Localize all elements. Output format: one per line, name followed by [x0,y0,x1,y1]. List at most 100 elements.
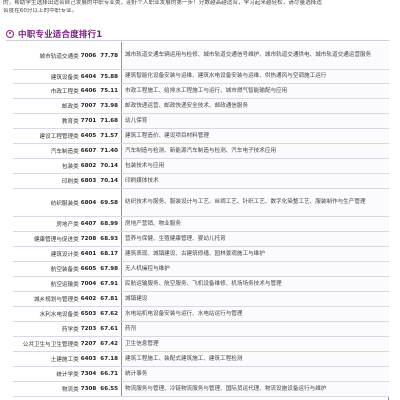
table-row: 物流类 7308 66.55 物流服务与管理、冷链物流服务与管理、国际货运代理、物流设… [13,382,389,397]
table-row: 航空装备类 6605 67.98 无人机操控与维护 [13,262,389,277]
major-cell: 建筑设备类 6404 75.88 [13,70,121,83]
specialty-list: 建筑智能化设备安装与运维、建筑水电设备安装与运维、供热通风与空调施工运行 [121,70,389,83]
table-row: 印刷类 6803 70.14 印刷媒体技术 [13,174,389,189]
major-name: 纺织服装类 [50,200,79,207]
major-code: 6402 [80,296,97,302]
major-code: 6406 [80,88,97,94]
major-cell: 包装类 6802 70.14 [13,159,121,173]
specialty-list: 统计事务 [121,367,389,381]
major-name: 公共卫生与卫生管理类 [22,342,79,348]
specialty-list: 包装技术与应用 [121,159,389,173]
table-row: 邮政类 7007 73.98 邮政快递运营、邮政快递安全技术、邮政通信服务 [13,99,389,114]
fit-score: 67.62 [100,311,118,317]
intro-line: 合度在60分以上的中职专业。 [3,7,78,14]
major-code: 6803 [80,178,97,184]
major-code: 6403 [80,356,97,362]
specialty-list: 城市轨道交通车辆运用与检修、城市轨道交通信号维护、城市轨道交通供电、城市轨道交通… [121,42,389,69]
major-code: 7006 [80,52,97,59]
major-cell: 航空运输类 7004 67.91 [13,277,121,291]
specialty-list: 邮政快递运营、邮政快递安全技术、邮政通信服务 [121,99,389,113]
major-code: 6404 [80,73,97,80]
major-code: 6804 [80,199,97,206]
major-name: 市政工程类 [50,89,79,95]
fit-score: 77.78 [100,52,118,59]
major-cell: 水利水电设备类 6503 67.62 [13,307,121,321]
major-code: 7308 [80,386,97,392]
major-cell: 建设工程管理类 6405 71.57 [13,129,121,143]
table-row: 健康管理与促进类 7208 68.93 营养与保健、生殖健康管理、婴幼儿托育 [13,232,389,247]
fit-score: 75.11 [100,88,118,94]
major-code: 7004 [80,281,97,287]
major-name: 水利水电设备类 [39,312,79,318]
table-row: 房地产类 6407 68.99 房地产营销、物业服务 [13,217,389,232]
major-cell: 药学类 7203 67.61 [13,322,121,336]
fit-score: 68.17 [100,251,118,257]
major-cell: 物流类 7308 66.55 [13,382,121,396]
table-row: 药学类 7203 67.61 药剂 [13,322,389,337]
major-cell: 统计学类 7304 66.71 [13,367,121,381]
table-row: 包装类 6802 70.14 包装技术与应用 [13,159,389,174]
major-cell: 城乡规划与管理类 6402 67.81 [13,292,121,306]
major-cell: 航空装备类 6605 67.98 [13,262,121,276]
major-cell: 建筑设计类 6401 68.17 [13,247,121,261]
ranking-table: 城市轨道交通类 7006 77.78 城市轨道交通车辆运用与检修、城市轨道交通信号维护… [13,42,389,397]
specialty-list: 物流服务与管理、冷链物流服务与管理、国际货运代理、物流设施设备运行与维护 [121,382,389,396]
major-code: 6605 [80,266,97,272]
fit-score: 70.14 [100,178,118,184]
major-name: 统计学类 [56,372,79,378]
major-code: 7208 [80,236,97,242]
major-name: 航空装备类 [50,267,79,273]
major-name: 房地产类 [56,222,79,228]
fit-score: 71.68 [100,118,118,124]
section-title: 中职专业适合度排行1 [18,29,103,40]
fit-score: 71.57 [100,133,118,139]
fit-score: 68.93 [100,236,118,242]
fit-score: 73.98 [100,103,118,109]
major-name: 汽车制造类 [50,149,79,155]
specialty-list: 卫生信息管理 [121,337,389,351]
major-name: 健康管理与促进类 [33,237,79,243]
major-code: 7701 [80,118,97,124]
major-code: 6401 [80,251,97,257]
fit-score: 67.18 [100,356,118,362]
major-cell: 印刷类 6803 70.14 [13,174,121,188]
major-code: 6503 [80,311,97,317]
major-code: 6405 [80,133,97,139]
major-name: 土建施工类 [50,357,79,363]
fit-score: 67.61 [100,326,118,332]
major-cell: 城市轨道交通类 7006 77.78 [13,42,121,69]
major-name: 包装类 [61,164,79,170]
major-name: 城市轨道交通类 [39,53,79,60]
target-bullet-icon [6,29,14,38]
fit-score: 67.81 [100,296,118,302]
fit-score: 69.58 [100,199,118,206]
section-header: 中职专业适合度排行1 [6,27,396,40]
specialty-list: 纺织技术与服务、服装设计与工艺、丝绸工艺、针织工艺、数字化染整工艺、服装制作与生… [121,189,389,216]
fit-score: 67.91 [100,281,118,287]
specialty-list: 汽车制造与检测、新能源汽车制造与检测、汽车电子技术应用 [121,144,389,158]
table-row: 建筑设备类 6404 75.88 建筑智能化设备安装与运维、建筑水电设备安装与运维、供… [13,70,389,84]
major-name: 城乡规划与管理类 [33,297,79,303]
table-row: 城乡规划与管理类 6402 67.81 城镇建设 [13,292,389,307]
specialty-list: 建筑工程造价、建设项目材料管理 [121,129,389,143]
major-code: 6607 [80,148,97,154]
fit-score: 67.98 [100,266,118,272]
major-name: 药学类 [61,327,79,333]
specialty-list: 建筑表现、城镇建设、古建筑修缮、园林景观施工与维护 [121,247,389,261]
major-name: 建筑设备类 [50,74,79,81]
specialty-list: 营养与保健、生殖健康管理、婴幼儿托育 [121,232,389,246]
fit-score: 66.55 [100,386,118,392]
major-code: 6802 [80,163,97,169]
table-row: 公共卫生与卫生管理类 7207 67.42 卫生信息管理 [13,337,389,352]
major-name: 物流类 [61,387,79,393]
table-row: 建筑设计类 6401 68.17 建筑表现、城镇建设、古建筑修缮、园林景观施工与维护 [13,247,389,262]
table-row: 土建施工类 6403 67.18 建筑工程施工、装配式建筑施工、建筑工程检测 [13,352,389,367]
fit-score: 68.99 [100,221,118,227]
fit-score: 66.71 [100,371,118,377]
fit-score: 70.14 [100,163,118,169]
intro-line: 的，帮助学生选择出适合自己发展的中职专业类，迎好个人职业发展的第一步！分数越高越… [3,0,322,6]
table-row: 城市轨道交通类 7006 77.78 城市轨道交通车辆运用与检修、城市轨道交通信号维护… [13,42,389,70]
fit-score: 75.88 [100,73,118,80]
table-row: 汽车制造类 6607 71.40 汽车制造与检测、新能源汽车制造与检测、汽车电子技术应… [13,144,389,159]
table-row: 纺织服装类 6804 69.58 纺织技术与服务、服装设计与工艺、丝绸工艺、针织工艺、… [13,189,389,217]
